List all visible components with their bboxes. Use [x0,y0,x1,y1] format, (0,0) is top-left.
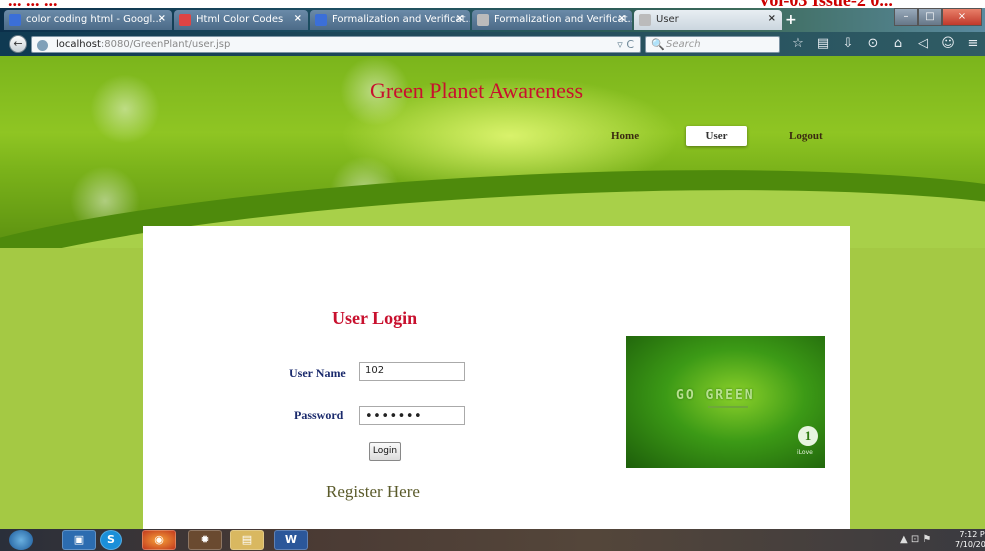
search-placeholder: Search [666,39,701,50]
maximize-button[interactable]: □ [918,8,942,26]
ilove-badge-icon: 1 [798,426,818,446]
username-input[interactable]: 102 [359,362,465,381]
window-controls: – □ × [894,8,982,28]
skype-icon[interactable]: S [100,530,122,550]
system-tray-icons[interactable]: ▲ ⊡ ⚑ [900,534,931,545]
htmlcolor-icon [179,14,191,26]
login-button[interactable]: Login [369,442,401,461]
password-label: Password [294,408,344,422]
toolbar-icons: ☆ ▤ ⇩ ⊙ ⌂ ◁ ☺ ≡ [790,36,981,51]
minimize-button[interactable]: – [894,8,918,26]
firefox-icon[interactable]: ◉ [142,530,176,550]
site-title: Green Planet Awareness [370,78,584,103]
word-icon[interactable]: W [274,530,308,550]
page-header-fragment: ... ... ... Vol-03 Issue-2 0... [0,0,985,8]
site-info-icon[interactable] [37,40,48,51]
app-icon[interactable]: ✹ [188,530,222,550]
username-label: User Name [289,366,346,380]
flower-decoration-icon [90,74,160,144]
account-icon[interactable]: ☺ [940,36,956,51]
sync-icon[interactable]: ⊙ [865,36,881,51]
back-button[interactable]: ← [9,35,27,53]
tab-color-coding[interactable]: color coding html - Googl... × [4,10,172,30]
password-input[interactable]: ••••••• [359,406,465,425]
tab-html-color-codes[interactable]: Html Color Codes × [174,10,308,30]
badge-caption: iLove [797,449,813,456]
search-input[interactable]: 🔍 Search [645,36,780,53]
tab-formalization-2[interactable]: Formalization and Verificat... × [472,10,632,30]
google-icon [315,14,327,26]
reading-list-icon[interactable]: ▤ [815,36,831,51]
nav-user[interactable]: User [686,126,747,146]
page-header-left: ... ... ... [8,0,58,8]
tab-close-icon[interactable]: × [456,13,464,24]
new-tab-button[interactable]: + [785,12,797,28]
banner-divider [708,406,748,408]
banner-text: GO GREEN [676,388,755,403]
tab-formalization-1[interactable]: Formalization and Verificat... × [310,10,470,30]
page-header-right: Vol-03 Issue-2 0... [758,0,893,8]
reload-icon[interactable]: ▿ C [617,38,634,51]
tab-close-icon[interactable]: × [158,13,166,24]
browser-tab-bar: color coding html - Googl... × Html Colo… [0,8,985,32]
tab-close-icon[interactable]: × [618,13,626,24]
go-green-banner: GO GREEN 1 iLove [626,336,825,468]
tab-label: Formalization and Verificat... [494,14,632,25]
left-margin [0,248,143,529]
nav-logout[interactable]: Logout [789,130,823,142]
url-host: localhost [56,39,101,50]
search-icon: 🔍 [651,38,665,51]
tab-close-icon[interactable]: × [294,13,302,24]
page-icon [477,14,489,26]
tab-label: color coding html - Googl... [26,14,162,25]
tab-user[interactable]: User × [634,10,782,30]
right-margin [850,248,985,529]
google-icon [9,14,21,26]
home-icon[interactable]: ⌂ [890,36,906,51]
start-button[interactable] [9,530,33,550]
url-bar[interactable]: localhost:8080/GreenPlant/user.jsp ▿ C [31,36,641,53]
menu-icon[interactable]: ≡ [965,36,981,51]
tab-close-icon[interactable]: × [768,13,776,24]
clock-date: 7/10/2015 [955,540,985,549]
tab-label: User [656,14,679,25]
url-path: :8080/GreenPlant/user.jsp [100,39,231,50]
register-link[interactable]: Register Here [326,482,420,502]
site-header: Green Planet Awareness Home User Logout [0,56,985,248]
tab-label: Formalization and Verificat... [332,14,470,25]
bookmark-star-icon[interactable]: ☆ [790,36,806,51]
system-clock[interactable]: 7:12 PM 7/10/2015 [955,530,985,550]
browser-nav-bar: ← localhost:8080/GreenPlant/user.jsp ▿ C… [0,32,985,56]
tab-label: Html Color Codes [196,14,284,25]
page-icon [639,14,651,26]
main-content: User Login User Name 102 Password ••••••… [143,226,850,529]
taskbar-app-icon[interactable]: ▣ [62,530,96,550]
download-icon[interactable]: ⇩ [840,36,856,51]
login-title: User Login [332,308,418,328]
clock-time: 7:12 PM [959,530,985,539]
close-window-button[interactable]: × [942,8,982,26]
windows-taskbar: ▣ S ◉ ✹ ▤ W ▲ ⊡ ⚑ 7:12 PM 7/10/2015 [0,529,985,551]
file-explorer-icon[interactable]: ▤ [230,530,264,550]
share-icon[interactable]: ◁ [915,36,931,51]
nav-home[interactable]: Home [611,130,639,142]
